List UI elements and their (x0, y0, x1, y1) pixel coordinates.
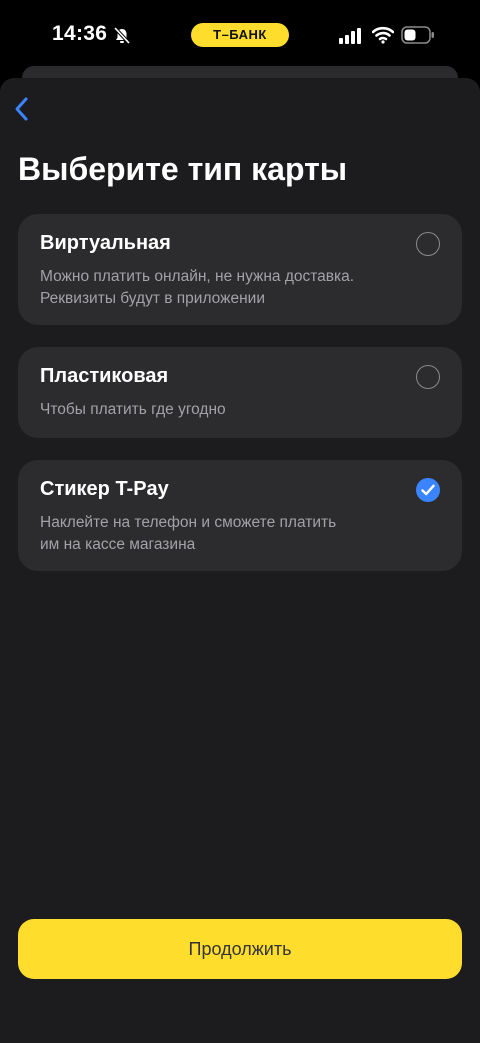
bell-muted-icon (112, 26, 132, 46)
option-title: Виртуальная (40, 232, 171, 254)
description-line: Можно платить онлайн, не нужна доставка. (40, 268, 355, 285)
option-title: Стикер T-Pay (40, 478, 169, 500)
description-line: Наклейте на телефон и сможете платить (40, 514, 337, 531)
description-line: им на кассе магазина (40, 536, 196, 553)
radio-unchecked-icon[interactable] (416, 365, 440, 389)
option-description: Можно платить онлайн, не нужна доставка.… (40, 266, 354, 310)
option-description: Наклейте на телефон и сможете платить им… (40, 512, 336, 556)
description-line: Чтобы платить где угодно (40, 401, 226, 418)
back-chevron-icon[interactable] (10, 94, 34, 124)
continue-button[interactable]: Продолжить (18, 919, 462, 979)
status-time: 14:36 (52, 22, 108, 45)
option-description: Чтобы платить где угодно (40, 399, 226, 421)
bank-pill: Т–БАНК (191, 23, 289, 47)
status-bar: 14:36 Т–БАНК (0, 0, 480, 72)
option-sticker-tpay[interactable]: Стикер T-Pay Наклейте на телефон и сможе… (18, 460, 462, 571)
option-virtual-card[interactable]: Виртуальная Можно платить онлайн, не нуж… (18, 214, 462, 325)
description-line: Реквизиты будут в приложении (40, 290, 265, 307)
radio-checked-icon[interactable] (416, 478, 440, 502)
option-title: Пластиковая (40, 365, 169, 387)
page-title: Выберите тип карты (18, 151, 348, 187)
option-plastic-card[interactable]: Пластиковая Чтобы платить где угодно (18, 347, 462, 438)
cellular-signal-icon (339, 28, 361, 44)
battery-icon (401, 25, 435, 45)
radio-unchecked-icon[interactable] (416, 232, 440, 256)
wifi-icon (371, 26, 395, 44)
